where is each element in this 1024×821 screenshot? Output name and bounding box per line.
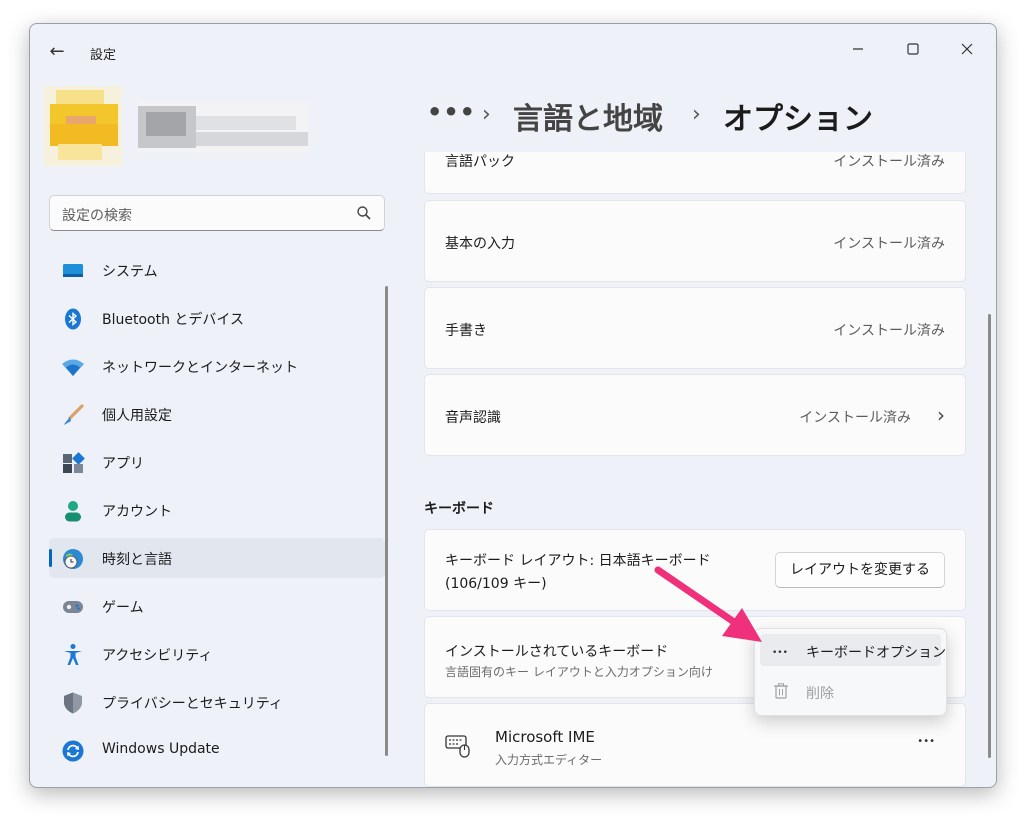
wifi-icon: [62, 359, 84, 376]
feature-status: インストール済み: [833, 154, 945, 170]
change-layout-button[interactable]: レイアウトを変更する: [775, 552, 945, 588]
breadcrumb-more[interactable]: •••: [427, 98, 476, 126]
search-placeholder: 設定の検索: [62, 208, 132, 224]
nav-label-system: システム: [102, 264, 158, 280]
maximize-button[interactable]: [890, 34, 936, 64]
nav-label-privacy: プライバシーとセキュリティ: [102, 696, 283, 712]
nav-item-network[interactable]: ネットワークとインターネット: [49, 346, 385, 386]
more-icon: •••: [772, 648, 788, 658]
avatar[interactable]: [44, 86, 122, 166]
selection-indicator: [49, 549, 52, 567]
apps-icon: [63, 452, 85, 473]
search-input[interactable]: 設定の検索: [49, 195, 385, 231]
settings-window: ← 設定 設定の検索 システム Bluetooth とデバイス ネットワークとイ…: [29, 23, 997, 788]
nav-label-time-language: 時刻と言語: [102, 552, 172, 568]
installed-keyboards-subtitle: 言語固有のキー レイアウトと入力オプション向け: [445, 665, 713, 679]
feature-card-language-pack: 言語パック インストール済み: [424, 152, 966, 194]
search-icon: [357, 206, 371, 220]
nav-label-accounts: アカウント: [102, 504, 172, 520]
chevron-right-icon: ›: [937, 403, 945, 427]
nav-label-network: ネットワークとインターネット: [102, 360, 298, 376]
system-icon: [63, 264, 83, 277]
feature-label: 基本の入力: [445, 236, 515, 252]
installed-keyboards-title: インストールされているキーボード: [445, 644, 669, 660]
nav-label-personalization: 個人用設定: [102, 408, 172, 424]
account-icon: [65, 501, 81, 522]
keyboard-section-title: キーボード: [424, 501, 494, 517]
nav-item-privacy[interactable]: プライバシーとセキュリティ: [49, 682, 385, 722]
user-name-blurred: [138, 102, 308, 152]
feature-label: 言語パック: [445, 154, 515, 170]
breadcrumb-language-region[interactable]: 言語と地域: [513, 94, 663, 138]
page-title: オプション: [723, 102, 873, 137]
feature-status: インストール済み: [799, 410, 911, 426]
feature-card-speech[interactable]: 音声認識 インストール済み ›: [424, 374, 966, 456]
annotation-arrow-icon: [654, 566, 762, 642]
brush-icon: [64, 404, 84, 425]
nav-item-bluetooth[interactable]: Bluetooth とデバイス: [49, 298, 385, 338]
app-title: 設定: [90, 48, 117, 63]
nav-item-system[interactable]: システム: [49, 250, 385, 290]
minimize-icon: [853, 48, 863, 50]
feature-status: インストール済み: [833, 236, 945, 252]
nav-item-windows-update[interactable]: Windows Update: [49, 730, 385, 770]
back-arrow-icon[interactable]: ←: [44, 40, 70, 64]
feature-status: インストール済み: [833, 323, 945, 339]
ime-subtitle: 入力方式エディター: [495, 753, 603, 767]
nav-item-apps[interactable]: アプリ: [49, 442, 385, 482]
close-button[interactable]: [944, 34, 990, 64]
nav-item-accounts[interactable]: アカウント: [49, 490, 385, 530]
nav-scrollbar[interactable]: [385, 286, 388, 756]
minimize-button[interactable]: [835, 34, 881, 64]
keyboard-layout-label-keys: (106/109 キー): [445, 576, 547, 592]
nav-item-time-language[interactable]: 時刻と言語: [49, 538, 385, 578]
maximize-icon: [907, 43, 919, 55]
ime-name: Microsoft IME: [495, 728, 595, 746]
keyboard-icon: [445, 735, 470, 758]
trash-icon: [774, 683, 788, 699]
nav-label-apps: アプリ: [102, 456, 144, 472]
menu-label-keyboard-options: キーボードオプション: [806, 645, 946, 661]
breadcrumb-separator: ›: [692, 102, 701, 127]
feature-card-basic-typing: 基本の入力 インストール済み: [424, 200, 966, 282]
accessibility-icon: [64, 644, 82, 665]
feature-label: 手書き: [445, 323, 487, 339]
content-scrollbar[interactable]: [988, 314, 991, 758]
gamepad-icon: [63, 601, 83, 613]
ime-more-button[interactable]: •••: [917, 736, 935, 747]
breadcrumb-separator: ›: [482, 102, 491, 127]
nav-label-accessibility: アクセシビリティ: [102, 648, 213, 664]
nav-item-accessibility[interactable]: アクセシビリティ: [49, 634, 385, 674]
nav-label-windows-update: Windows Update: [102, 741, 220, 757]
menu-item-delete[interactable]: 削除: [760, 675, 941, 707]
shield-icon: [64, 692, 82, 714]
close-icon: [961, 43, 973, 55]
nav-label-bluetooth: Bluetooth とデバイス: [102, 312, 244, 328]
feature-label: 音声認識: [445, 410, 501, 426]
menu-label-delete: 削除: [806, 686, 834, 702]
bluetooth-icon: [65, 308, 81, 330]
nav-item-gaming[interactable]: ゲーム: [49, 586, 385, 626]
feature-card-handwriting: 手書き インストール済み: [424, 287, 966, 369]
nav-item-personalization[interactable]: 個人用設定: [49, 394, 385, 434]
keyboard-context-menu: ••• キーボードオプション 削除: [754, 628, 947, 716]
menu-item-keyboard-options[interactable]: ••• キーボードオプション: [760, 634, 946, 666]
windows-update-icon: [62, 740, 84, 762]
time-language-icon: [63, 549, 83, 569]
nav-label-gaming: ゲーム: [102, 600, 144, 616]
